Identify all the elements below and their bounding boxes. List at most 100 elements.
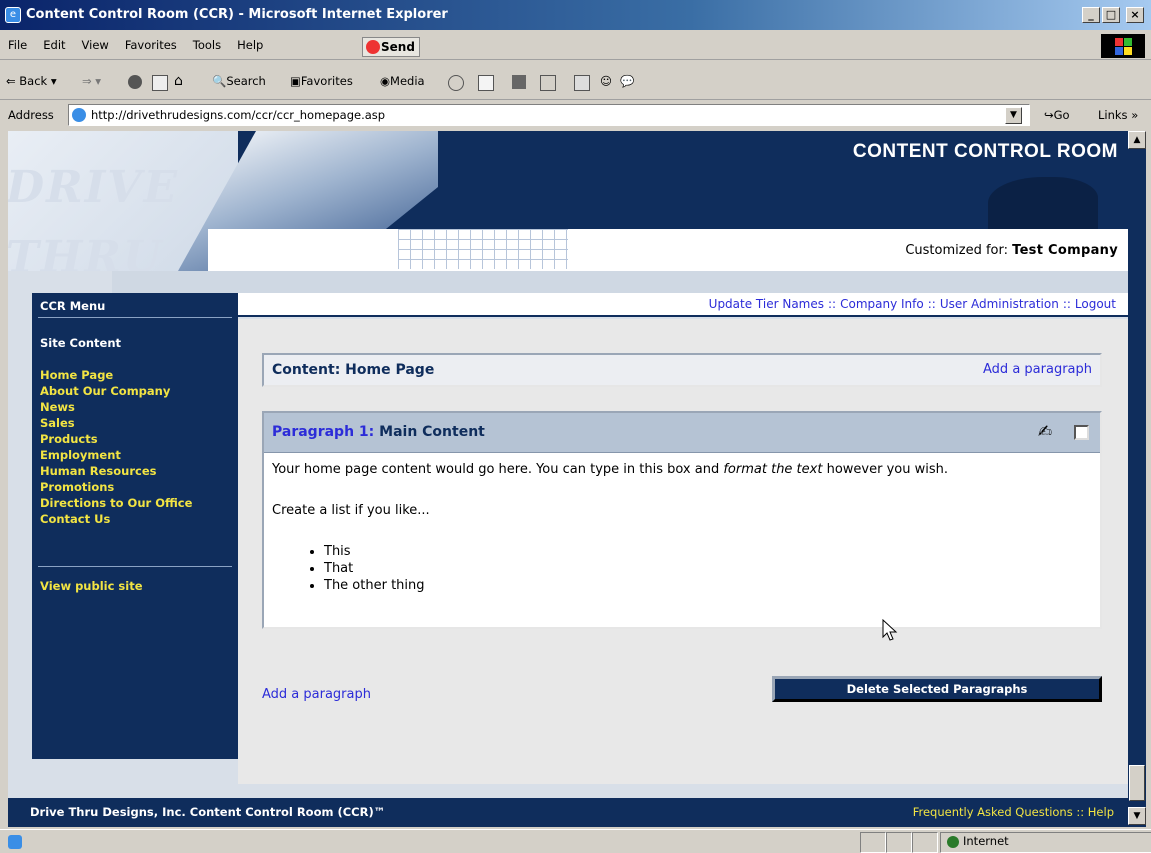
footer-faq-link[interactable]: Frequently Asked Questions	[913, 805, 1073, 819]
edit-page-icon[interactable]	[540, 75, 556, 91]
windows-logo-icon	[1101, 34, 1145, 58]
sidebar-item-sales[interactable]: Sales	[40, 415, 236, 431]
address-label: Address	[8, 108, 54, 122]
search-button[interactable]: 🔍Search	[212, 62, 266, 100]
scroll-thumb[interactable]	[1129, 765, 1145, 801]
paragraph-body[interactable]: Your home page content would go here. Yo…	[272, 461, 1092, 594]
sidebar-item-promotions[interactable]: Promotions	[40, 479, 236, 495]
company-name: Test Company	[1012, 243, 1118, 258]
discuss-icon[interactable]	[574, 75, 590, 91]
banner-grid-graphic	[398, 229, 568, 269]
content-header: Content: Home Page Add a paragraph	[262, 353, 1102, 387]
sidebar-item-home-page[interactable]: Home Page	[40, 367, 236, 383]
links-button[interactable]: Links »	[1098, 101, 1138, 129]
favorites-button[interactable]: ▣Favorites	[290, 62, 353, 100]
go-button[interactable]: ↪Go	[1044, 101, 1070, 129]
paragraph-number-link[interactable]: Paragraph 1:	[272, 424, 374, 440]
menu-favorites[interactable]: Favorites	[117, 30, 185, 60]
minimize-button[interactable]: _	[1082, 7, 1100, 23]
header-banner: DRIVE THRU CONTENT CONTROL ROOM Customiz…	[8, 131, 1128, 271]
sidebar-item-about-our-company[interactable]: About Our Company	[40, 383, 236, 399]
home-icon[interactable]: ⌂	[174, 62, 183, 100]
menu-help[interactable]: Help	[229, 30, 271, 60]
add-paragraph-link-top[interactable]: Add a paragraph	[983, 362, 1092, 377]
header-divider	[112, 271, 1128, 293]
list-item: This	[324, 543, 1092, 560]
send-label: Send	[381, 40, 415, 54]
sidebar-item-employment[interactable]: Employment	[40, 447, 236, 463]
address-input[interactable]: http://drivethrudesigns.com/ccr/ccr_home…	[68, 104, 1030, 126]
paragraph-header: Paragraph 1: Main Content ✍	[264, 413, 1100, 453]
page-icon	[72, 108, 86, 122]
footer-help-link[interactable]: Help	[1088, 805, 1114, 819]
menu-tools[interactable]: Tools	[185, 30, 229, 60]
site-title: CONTENT CONTROL ROOM	[852, 141, 1118, 162]
send-button[interactable]: Send	[362, 37, 420, 57]
back-label: Back	[19, 74, 48, 88]
sidebar-item-human-resources[interactable]: Human Resources	[40, 463, 236, 479]
nav-logout[interactable]: Logout	[1075, 297, 1116, 311]
sidebar-section-title: Site Content	[40, 336, 122, 350]
close-button[interactable]: ×	[1126, 7, 1144, 23]
print-icon[interactable]	[512, 75, 526, 89]
content-title: Content: Home Page	[272, 362, 435, 378]
sidebar-item-products[interactable]: Products	[40, 431, 236, 447]
nav-update-tier-names[interactable]: Update Tier Names	[709, 297, 824, 311]
address-dropdown-icon[interactable]: ▼	[1005, 107, 1022, 124]
delete-selected-paragraphs-button[interactable]: Delete Selected Paragraphs	[772, 676, 1102, 702]
back-button[interactable]: ⇐ Back ▾	[6, 62, 57, 100]
menu-bar: File Edit View Favorites Tools Help	[0, 30, 1151, 60]
globe-icon	[947, 836, 959, 848]
paragraph-editor: Paragraph 1: Main Content ✍ Your home pa…	[262, 411, 1102, 629]
vertical-scrollbar[interactable]: ▲ ▼	[1128, 131, 1146, 827]
paragraph-select-checkbox[interactable]	[1074, 425, 1089, 440]
status-bar: Internet	[0, 829, 1151, 853]
list-item: The other thing	[324, 577, 1092, 594]
nav-company-info[interactable]: Company Info	[840, 297, 924, 311]
sidebar-item-contact-us[interactable]: Contact Us	[40, 511, 236, 527]
sidebar-menu-list: Home Page About Our Company News Sales P…	[40, 367, 236, 527]
paragraph-name: Main Content	[379, 424, 485, 440]
mail-icon[interactable]	[478, 75, 494, 91]
media-button[interactable]: ◉Media	[380, 62, 425, 100]
footer-copyright: Drive Thru Designs, Inc. Content Control…	[30, 805, 386, 819]
edit-pencil-icon[interactable]: ✍	[1034, 421, 1056, 443]
footer-divider	[112, 784, 1128, 798]
nav-user-administration[interactable]: User Administration	[940, 297, 1059, 311]
sidebar-divider	[38, 317, 232, 318]
view-public-site-link[interactable]: View public site	[40, 579, 143, 593]
history-icon[interactable]	[448, 75, 464, 91]
status-pane	[886, 832, 912, 853]
security-zone: Internet	[940, 832, 1151, 853]
scroll-up-arrow-icon[interactable]: ▲	[1128, 131, 1146, 149]
scroll-down-arrow-icon[interactable]: ▼	[1128, 807, 1146, 825]
sidebar-item-directions[interactable]: Directions to Our Office	[40, 495, 236, 511]
refresh-icon[interactable]	[152, 75, 168, 91]
menu-edit[interactable]: Edit	[35, 30, 73, 60]
forward-button[interactable]: ⇒ ▾	[82, 62, 101, 100]
favorites-label: Favorites	[300, 74, 353, 88]
sidebar-title: CCR Menu	[40, 299, 106, 313]
menu-view[interactable]: View	[74, 30, 117, 60]
menu-file[interactable]: File	[0, 30, 35, 60]
page-viewport: DRIVE THRU CONTENT CONTROL ROOM Customiz…	[8, 131, 1128, 827]
paragraph-text-italic: format the text	[723, 462, 823, 477]
customized-for: Customized for: Test Company	[905, 243, 1118, 258]
search-label: Search	[226, 74, 266, 88]
paragraph-text-end: however you wish.	[822, 462, 948, 477]
status-pane	[912, 832, 938, 853]
bullet-list: This That The other thing	[272, 543, 1092, 594]
ie-app-icon: e	[5, 7, 21, 23]
sidebar-item-news[interactable]: News	[40, 399, 236, 415]
nav-separator: ::	[1062, 297, 1071, 311]
chat-icon[interactable]: 💬	[620, 62, 634, 100]
nav-separator: ::	[927, 297, 936, 311]
paragraph-text: Your home page content would go here. Yo…	[272, 461, 1092, 478]
maximize-button[interactable]: □	[1102, 7, 1120, 23]
stop-icon[interactable]	[128, 75, 142, 89]
list-intro: Create a list if you like...	[272, 503, 430, 518]
messenger-icon[interactable]: ☺	[600, 62, 612, 100]
add-paragraph-link-bottom[interactable]: Add a paragraph	[262, 687, 371, 702]
banner-figure-graphic	[988, 177, 1098, 229]
customized-label: Customized for:	[905, 243, 1008, 258]
